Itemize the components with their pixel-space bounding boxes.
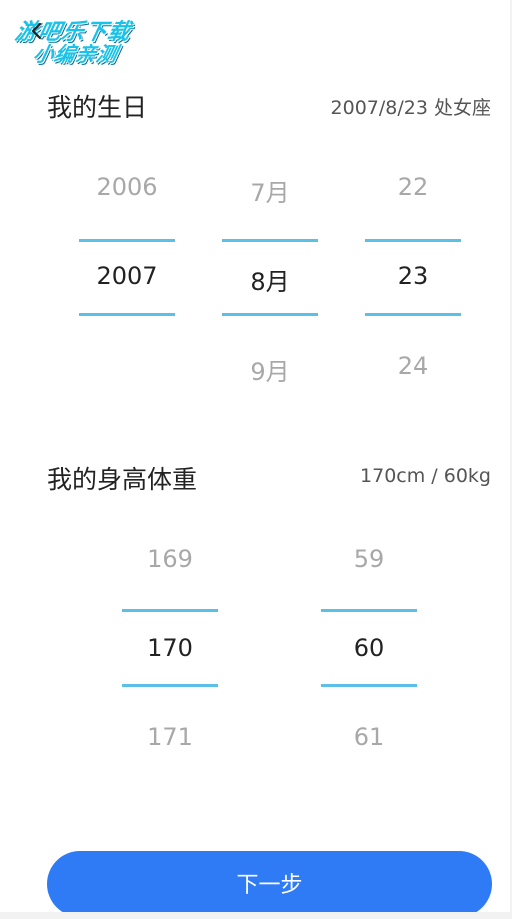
year-picker-bottom-line [79,313,175,316]
birthday-summary: 2007/8/23 处女座 [330,97,491,119]
month-next[interactable]: 9月 [222,352,318,387]
height-picker-bottom-line [122,684,218,687]
year-selected[interactable]: 2007 [79,262,175,290]
month-picker[interactable]: 7月 8月 9月 [222,165,318,390]
weight-prev[interactable]: 59 [321,545,417,573]
day-picker-top-line [365,239,461,242]
weight-picker-bottom-line [321,684,417,687]
weight-picker-top-line [321,609,417,612]
height-prev[interactable]: 169 [122,545,218,573]
birthday-title: 我的生日 [47,93,148,122]
day-selected[interactable]: 23 [365,262,461,290]
year-picker-top-line [79,239,175,242]
month-picker-top-line [222,239,318,242]
year-picker[interactable]: 2006 2007 [79,165,175,390]
weight-next[interactable]: 61 [321,723,417,751]
month-selected[interactable]: 8月 [222,262,318,297]
body-summary: 170cm / 60kg [360,465,491,487]
day-next[interactable]: 24 [365,352,461,380]
year-prev[interactable]: 2006 [79,173,175,201]
watermark-line-2: 小编亲测 [31,42,121,66]
back-icon[interactable] [28,22,46,40]
height-picker-top-line [122,609,218,612]
weight-picker[interactable]: 59 60 61 [321,537,417,762]
month-prev[interactable]: 7月 [222,173,318,208]
screen: 游吧乐下载 小编亲测 我的生日 2007/8/23 处女座 2006 2007 … [0,0,510,912]
height-next[interactable]: 171 [122,723,218,751]
month-picker-bottom-line [222,313,318,316]
weight-selected[interactable]: 60 [321,634,417,662]
height-selected[interactable]: 170 [122,634,218,662]
next-button[interactable]: 下一步 [47,851,492,912]
height-picker[interactable]: 169 170 171 [122,537,218,762]
day-picker[interactable]: 22 23 24 [365,165,461,390]
body-title: 我的身高体重 [47,465,198,494]
day-picker-bottom-line [365,313,461,316]
day-prev[interactable]: 22 [365,173,461,201]
